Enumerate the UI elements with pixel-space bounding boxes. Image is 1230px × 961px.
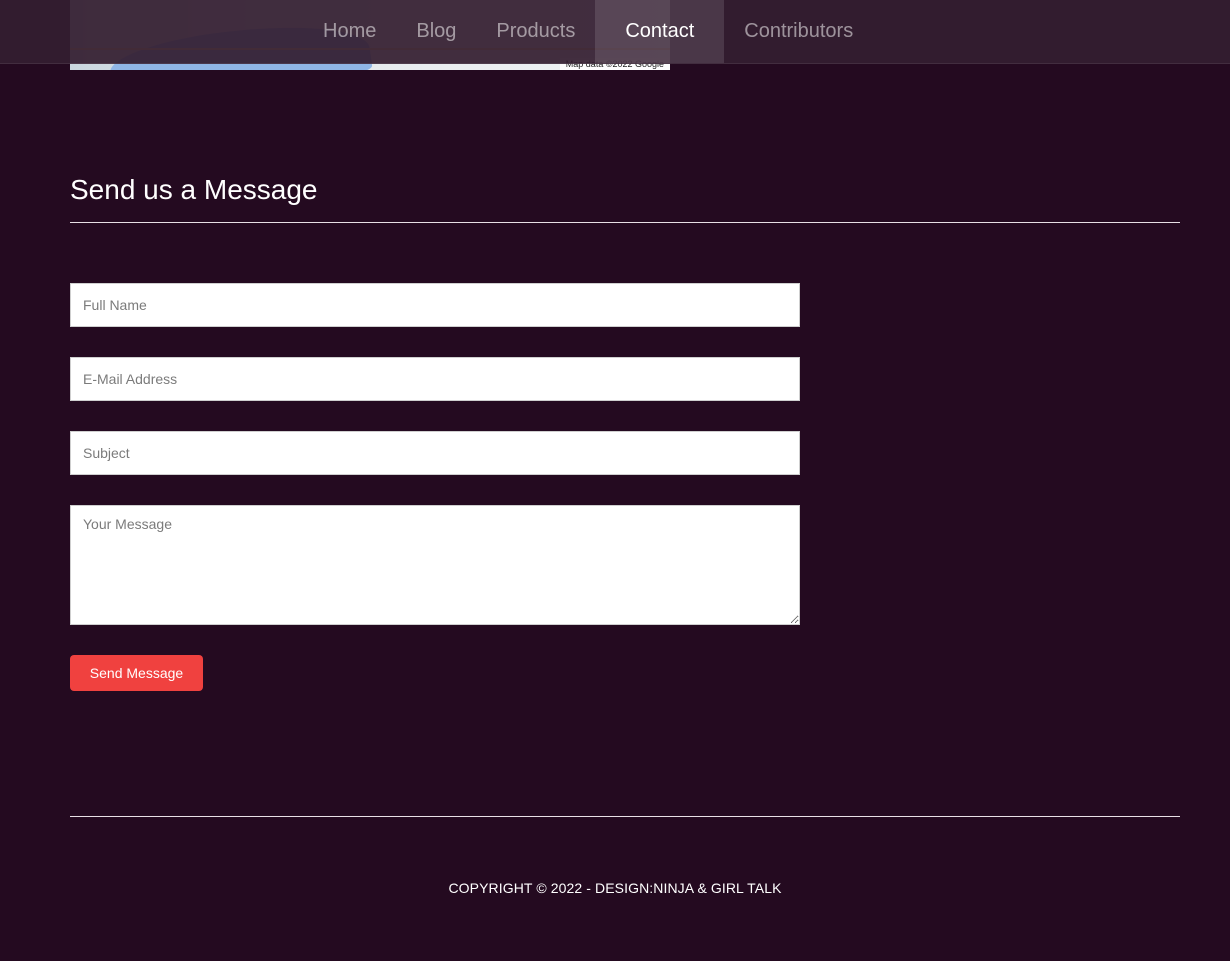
nav-item-contributors[interactable]: Contributors [724,0,873,63]
copyright-text: COPYRIGHT © 2022 - DESIGN:NINJA & GIRL T… [448,880,782,896]
nav-item-blog[interactable]: Blog [396,0,476,63]
section-title: Send us a Message [70,174,318,205]
full-name-input[interactable] [70,283,800,327]
send-message-button[interactable]: Send Message [70,655,203,691]
title-divider [70,222,1180,223]
subject-input[interactable] [70,431,800,475]
contact-page: Map data ©2022 Google Home Blog Products… [0,0,1230,961]
nav-item-home[interactable]: Home [303,0,396,63]
top-navigation: Home Blog Products Contact Contributors [0,0,1230,64]
nav-menu: Home Blog Products Contact Contributors [303,0,873,63]
footer-divider [70,816,1180,817]
nav-item-products[interactable]: Products [476,0,595,63]
message-textarea[interactable] [70,505,800,625]
nav-item-contact[interactable]: Contact [595,0,725,63]
email-input[interactable] [70,357,800,401]
